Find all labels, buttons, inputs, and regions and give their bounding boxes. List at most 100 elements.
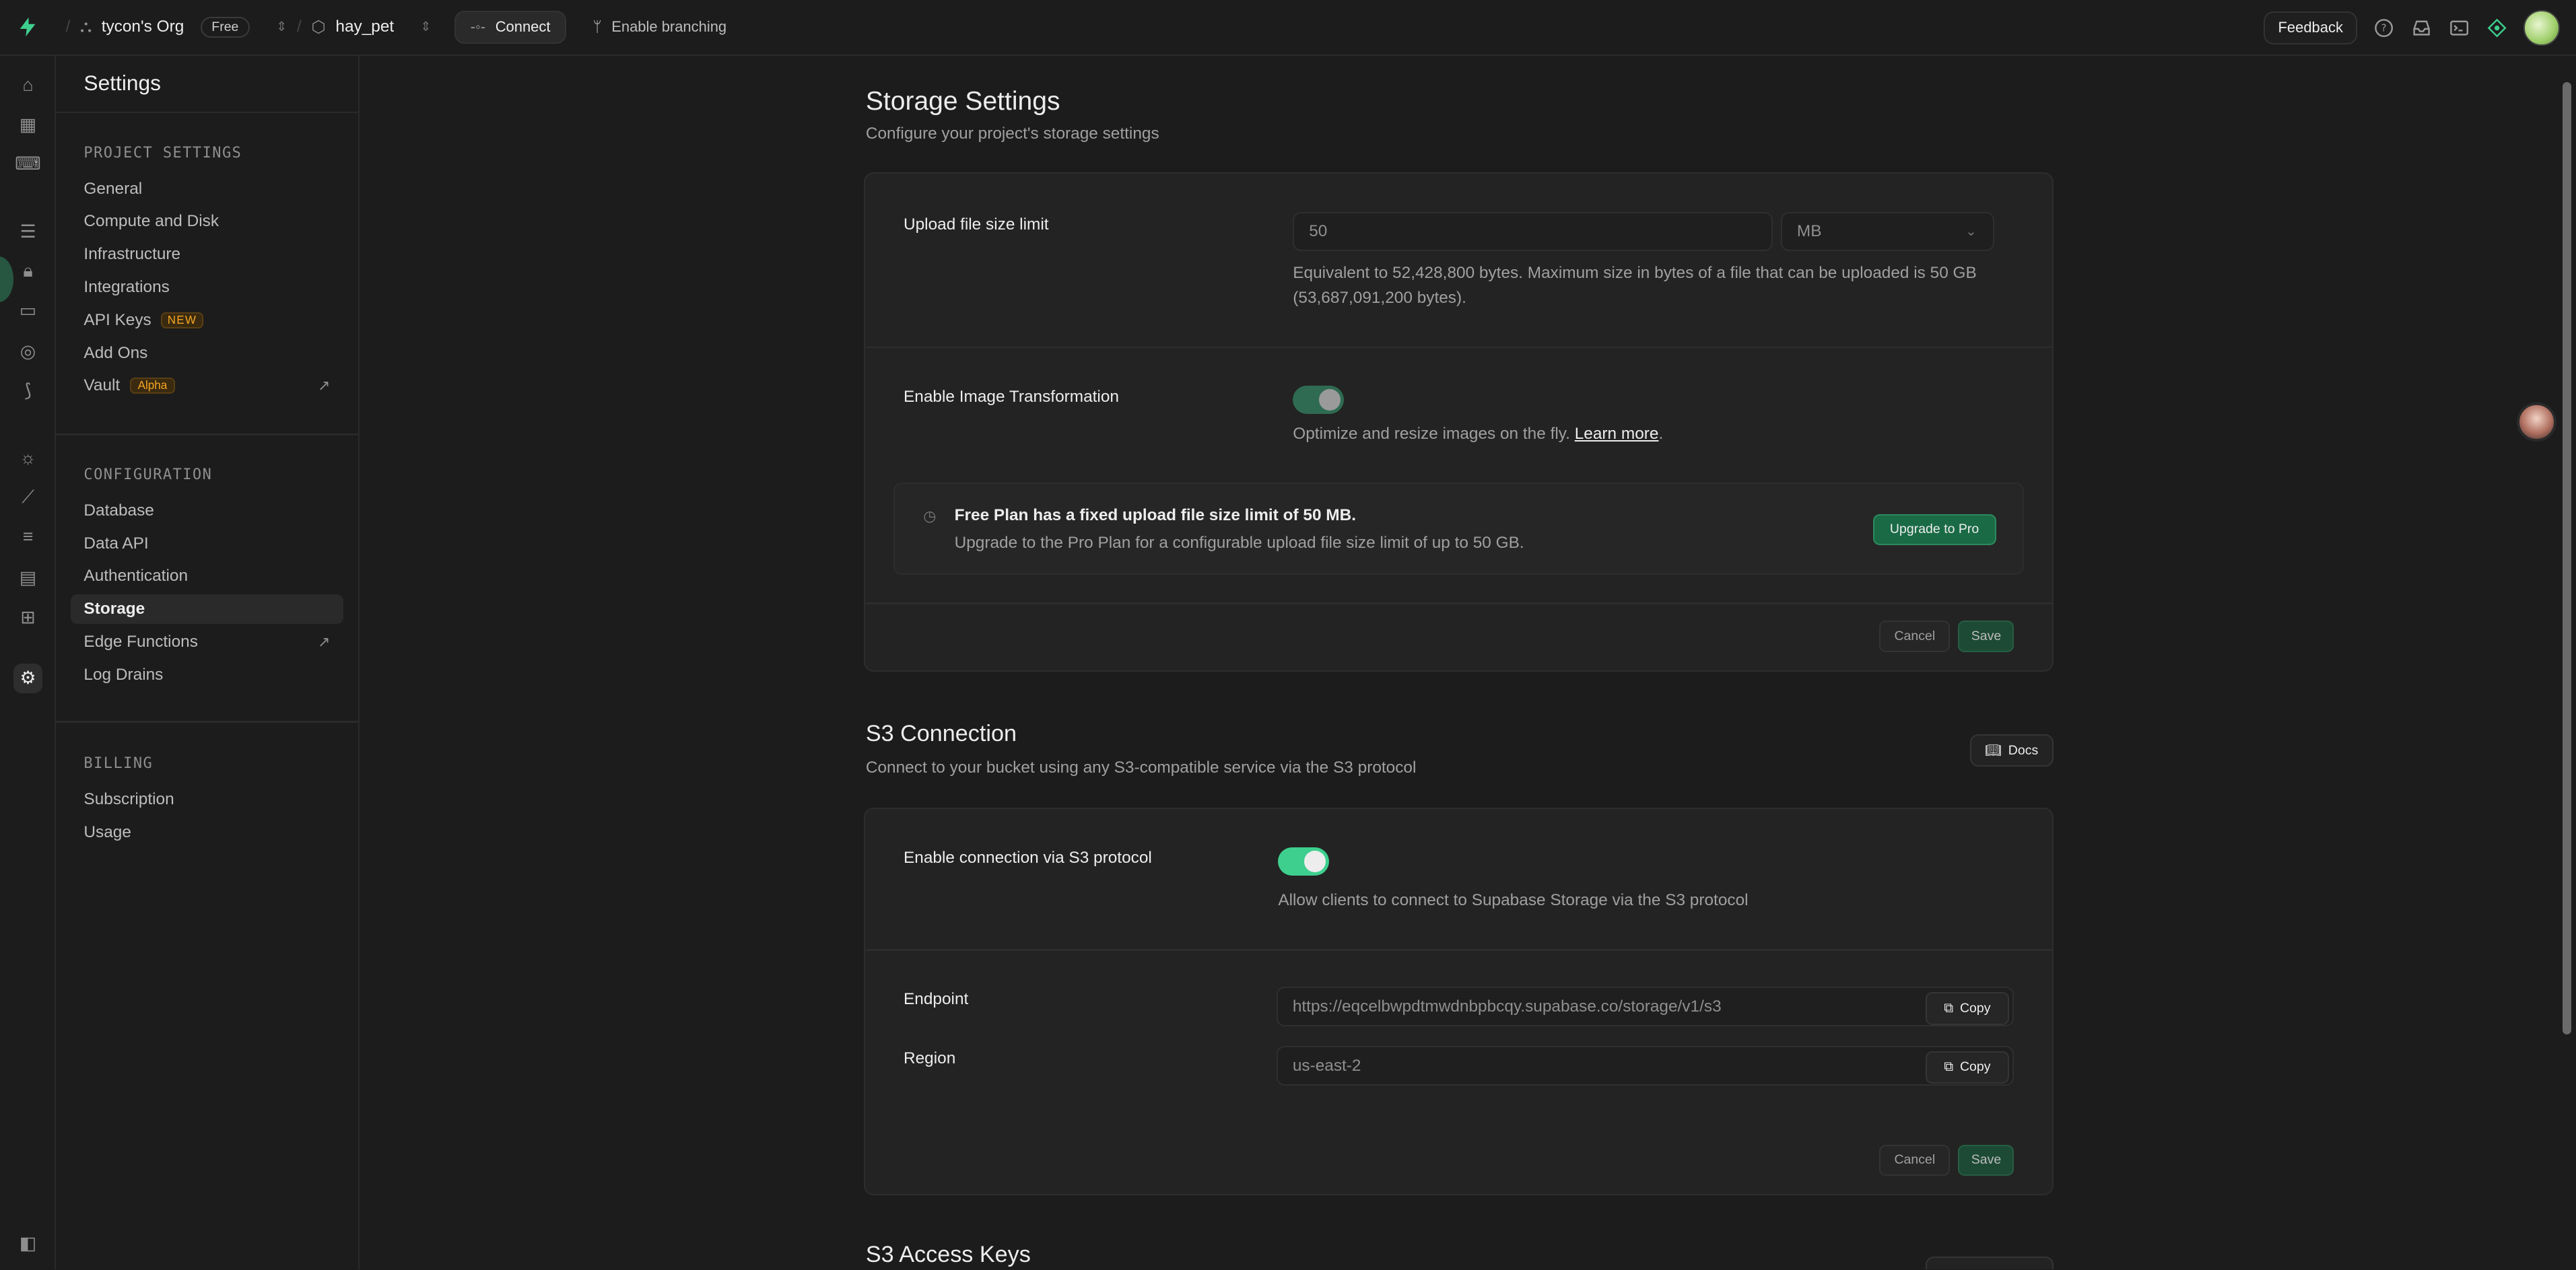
sidebar-item-infrastructure[interactable]: Infrastructure — [71, 240, 343, 269]
sidebar-item-api-keys[interactable]: API Keys NEW — [71, 306, 343, 335]
sidebar-item-database[interactable]: Database — [71, 496, 343, 526]
sidebar-item-compute-and-disk[interactable]: Compute and Disk — [71, 207, 343, 236]
user-avatar[interactable] — [2523, 9, 2560, 46]
s3-enable-label: Enable connection via S3 protocol — [904, 849, 1152, 868]
sidebar-item-storage[interactable]: Storage — [70, 594, 343, 625]
section-heading-configuration: CONFIGURATION — [83, 466, 213, 483]
inbox-icon[interactable] — [2410, 16, 2433, 39]
s3-save-button[interactable]: Save — [1958, 1144, 2014, 1176]
copy-region-button[interactable]: ⧉ Copy — [1925, 1051, 2010, 1084]
sidebar-item-label: General — [83, 179, 143, 198]
s3-enable-toggle[interactable] — [1278, 847, 1329, 876]
project-cube-icon: ⬡ — [311, 18, 326, 37]
feedback-button[interactable]: Feedback — [2264, 11, 2358, 44]
new-badge: NEW — [161, 312, 203, 328]
connect-button[interactable]: -◦- Connect — [454, 11, 567, 44]
sql-editor-icon[interactable]: ⌨ — [13, 149, 43, 179]
chevron-updown-icon[interactable]: ⇕ — [420, 19, 431, 35]
s3-cancel-button[interactable]: Cancel — [1879, 1144, 1951, 1176]
sidebar-item-general[interactable]: General — [71, 174, 343, 204]
s3-connection-title: S3 Connection — [865, 721, 1017, 747]
divider — [865, 949, 2052, 951]
sidebar-item-integrations[interactable]: Integrations — [71, 273, 343, 302]
realtime-icon[interactable]: ◎ — [13, 337, 43, 366]
divider — [55, 721, 360, 723]
endpoint-field[interactable]: https://eqcelbwpdtmwdnbpbcqy.supabase.co… — [1276, 987, 2014, 1026]
breadcrumb-separator: / — [297, 17, 302, 36]
advisors-bulb-icon[interactable]: ☼ — [13, 444, 43, 473]
project-selector[interactable]: ⬡ hay_pet ⇕ — [311, 17, 431, 37]
sidebar-item-label: Compute and Disk — [83, 212, 219, 231]
table-editor-icon[interactable]: ▦ — [13, 110, 43, 139]
section-heading-billing: BILLING — [83, 755, 154, 773]
org-selector[interactable]: ⛬ tycon's Org Free ⇕ — [80, 16, 287, 38]
storage-settings-title: Storage Settings — [865, 87, 1060, 116]
docs-label: Docs — [2008, 742, 2039, 758]
chevron-updown-icon[interactable]: ⇕ — [276, 19, 287, 35]
sidebar-item-edge-functions[interactable]: Edge Functions ↗ — [71, 627, 343, 657]
upload-limit-help: Equivalent to 52,428,800 bytes. Maximum … — [1293, 263, 1977, 307]
edge-functions-icon[interactable]: ⟆ — [13, 376, 43, 406]
sidebar-item-label: Integrations — [83, 277, 170, 296]
region-field[interactable]: us-east-2 — [1276, 1046, 2014, 1086]
logs-list-icon[interactable]: ≡ — [13, 522, 43, 552]
sidebar-item-label: Infrastructure — [83, 245, 181, 264]
api-docs-icon[interactable]: ▤ — [13, 563, 43, 593]
top-bar: / ⛬ tycon's Org Free ⇕ / ⬡ hay_pet ⇕ -◦-… — [0, 0, 2576, 56]
sidebar-item-add-ons[interactable]: Add Ons — [71, 339, 343, 368]
project-name: hay_pet — [335, 17, 395, 36]
copy-endpoint-button[interactable]: ⧉ Copy — [1925, 991, 2010, 1025]
sidebar-item-vault[interactable]: Vault Alpha ↗ — [71, 371, 343, 400]
settings-gear-icon[interactable]: ⚙ — [13, 663, 43, 693]
image-transform-label: Enable Image Transformation — [904, 387, 1119, 406]
sidebar-item-label: Database — [83, 501, 154, 520]
docs-button[interactable]: 📖︎ Docs — [1969, 734, 2054, 767]
floating-user-avatar[interactable] — [2517, 402, 2556, 442]
connect-label: Connect — [495, 18, 551, 36]
external-link-icon: ↗ — [318, 633, 331, 651]
reports-chart-icon[interactable]: ⟋ — [13, 483, 43, 512]
scrollbar-thumb[interactable] — [2563, 82, 2571, 1035]
branching-label: Enable branching — [611, 18, 727, 36]
notice-title: Free Plan has a fixed upload file size l… — [954, 505, 1356, 524]
clock-icon: ◷ — [923, 507, 937, 524]
sidebar-item-label: Data API — [83, 534, 149, 553]
new-access-key-button[interactable] — [1925, 1256, 2054, 1270]
sidebar-item-usage[interactable]: Usage — [71, 818, 343, 847]
upgrade-to-pro-button[interactable]: Upgrade to Pro — [1872, 514, 1996, 546]
divider — [865, 346, 2052, 349]
sidebar-item-log-drains[interactable]: Log Drains — [71, 660, 343, 690]
help-icon[interactable]: ? — [2372, 16, 2395, 39]
enable-branching-button[interactable]: ᛘ Enable branching — [592, 18, 726, 36]
terminal-icon[interactable] — [2448, 16, 2471, 39]
collapse-sidebar-icon[interactable]: ◧ — [13, 1228, 43, 1258]
sidebar-item-subscription[interactable]: Subscription — [71, 785, 343, 814]
sidebar-item-label: Log Drains — [83, 665, 164, 684]
sidebar-item-label: Vault — [83, 376, 121, 395]
storage-folder-icon[interactable]: ▭ — [13, 295, 43, 325]
image-transform-toggle[interactable] — [1293, 386, 1344, 414]
period: . — [1658, 425, 1664, 444]
image-transform-help: Optimize and resize images on the fly. L… — [1293, 422, 1663, 447]
database-icon[interactable]: ☰ — [13, 217, 43, 246]
auth-lock-icon[interactable]: 🔒︎ — [13, 256, 43, 286]
sidebar-item-authentication[interactable]: Authentication — [71, 561, 343, 591]
home-icon[interactable]: ⌂ — [13, 71, 43, 100]
book-icon: 📖︎ — [1985, 743, 2002, 759]
sidebar-item-data-api[interactable]: Data API — [71, 529, 343, 559]
save-button[interactable]: Save — [1958, 621, 2014, 652]
sidebar-item-label: Authentication — [83, 567, 189, 586]
copy-label: Copy — [1959, 1000, 1991, 1016]
learn-more-link[interactable]: Learn more — [1575, 425, 1659, 443]
cancel-button[interactable]: Cancel — [1879, 621, 1951, 652]
chevron-down-icon: ⌄ — [1965, 224, 1977, 240]
free-plan-notice — [893, 483, 2025, 575]
supabase-logo-icon[interactable] — [0, 0, 56, 55]
icon-rail: ⌂ ▦ ⌨ ☰ 🔒︎ ▭ ◎ ⟆ ☼ ⟋ ≡ ▤ ⊞ ⚙ ◧ — [0, 55, 56, 1270]
settings-sidebar: Settings PROJECT SETTINGS General Comput… — [55, 55, 360, 1270]
upload-unit-select[interactable]: MB ⌄ — [1780, 211, 1995, 252]
upload-limit-input[interactable]: 50 — [1293, 211, 1773, 252]
external-link-icon: ↗ — [318, 377, 331, 394]
integrations-icon[interactable]: ⊞ — [13, 602, 43, 632]
assistant-icon[interactable] — [2486, 16, 2509, 39]
